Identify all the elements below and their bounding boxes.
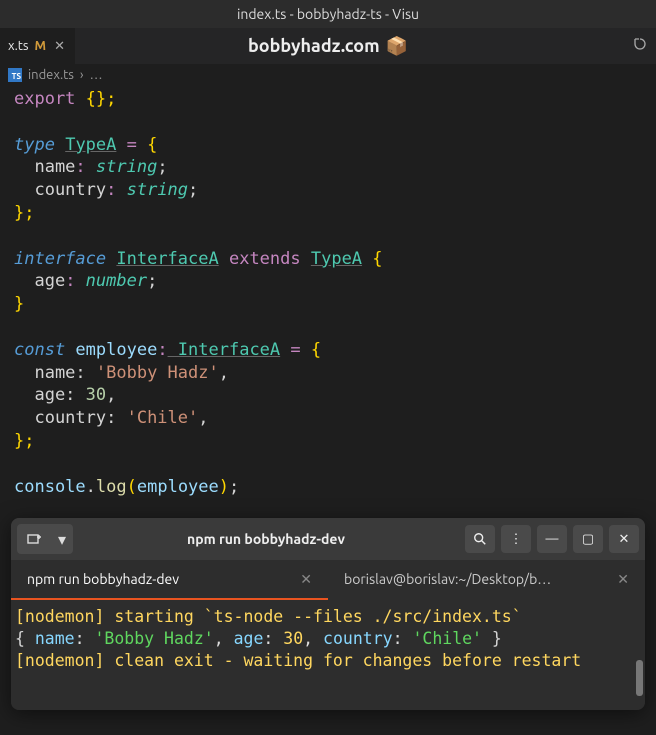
breadcrumb-more: … xyxy=(90,68,103,82)
site-label: bobbyhadz.com xyxy=(248,36,380,56)
tab-bar: x.ts M ✕ bobbyhadz.com 📦 xyxy=(0,28,656,64)
terminal-tab-2-close-icon[interactable]: ✕ xyxy=(617,571,629,588)
terminal-scrollbar[interactable] xyxy=(636,660,643,696)
search-button[interactable] xyxy=(465,525,495,553)
close-button[interactable]: ✕ xyxy=(609,525,639,553)
terminal-dropdown-icon[interactable]: ▾ xyxy=(51,524,73,554)
breadcrumb[interactable]: TS index.ts › … xyxy=(0,64,656,86)
breadcrumb-sep: › xyxy=(80,68,84,82)
typescript-icon: TS xyxy=(8,68,22,82)
editor-tab[interactable]: x.ts M ✕ xyxy=(0,28,75,64)
tab-close-icon[interactable]: ✕ xyxy=(52,37,67,56)
header-site: bobbyhadz.com 📦 xyxy=(248,36,408,57)
terminal-title: npm run bobbyhadz-dev xyxy=(73,531,459,547)
tab-modified-indicator: M xyxy=(35,39,47,53)
maximize-button[interactable]: ▢ xyxy=(573,525,603,553)
terminal-header: ▾ npm run bobbyhadz-dev ⋮ — ▢ ✕ xyxy=(11,518,645,560)
terminal-tab-1-close-icon[interactable]: ✕ xyxy=(300,571,312,588)
code-editor[interactable]: export {}; type TypeA = { name: string; … xyxy=(0,86,656,500)
terminal-tab-2-label: borislav@borislav:~/Desktop/b… xyxy=(344,571,551,587)
terminal-tabs: npm run bobbyhadz-dev ✕ borislav@borisla… xyxy=(11,560,645,600)
header-action-icon[interactable] xyxy=(632,36,648,56)
box-icon: 📦 xyxy=(386,36,408,57)
menu-button[interactable]: ⋮ xyxy=(501,525,531,553)
window-title: index.ts - bobbyhadz-ts - Visu xyxy=(0,0,656,28)
minimize-button[interactable]: — xyxy=(537,525,567,553)
terminal-tab-1-label: npm run bobbyhadz-dev xyxy=(27,571,179,587)
terminal-window: ▾ npm run bobbyhadz-dev ⋮ — ▢ ✕ npm run … xyxy=(11,518,645,710)
tab-filename: x.ts xyxy=(8,39,29,53)
terminal-tab-1[interactable]: npm run bobbyhadz-dev ✕ xyxy=(11,560,328,600)
terminal-output[interactable]: [nodemon] starting `ts-node --files ./sr… xyxy=(11,600,645,710)
new-tab-button[interactable] xyxy=(17,524,51,554)
breadcrumb-file: index.ts xyxy=(28,68,74,82)
terminal-tab-2[interactable]: borislav@borislav:~/Desktop/b… ✕ xyxy=(328,560,645,600)
